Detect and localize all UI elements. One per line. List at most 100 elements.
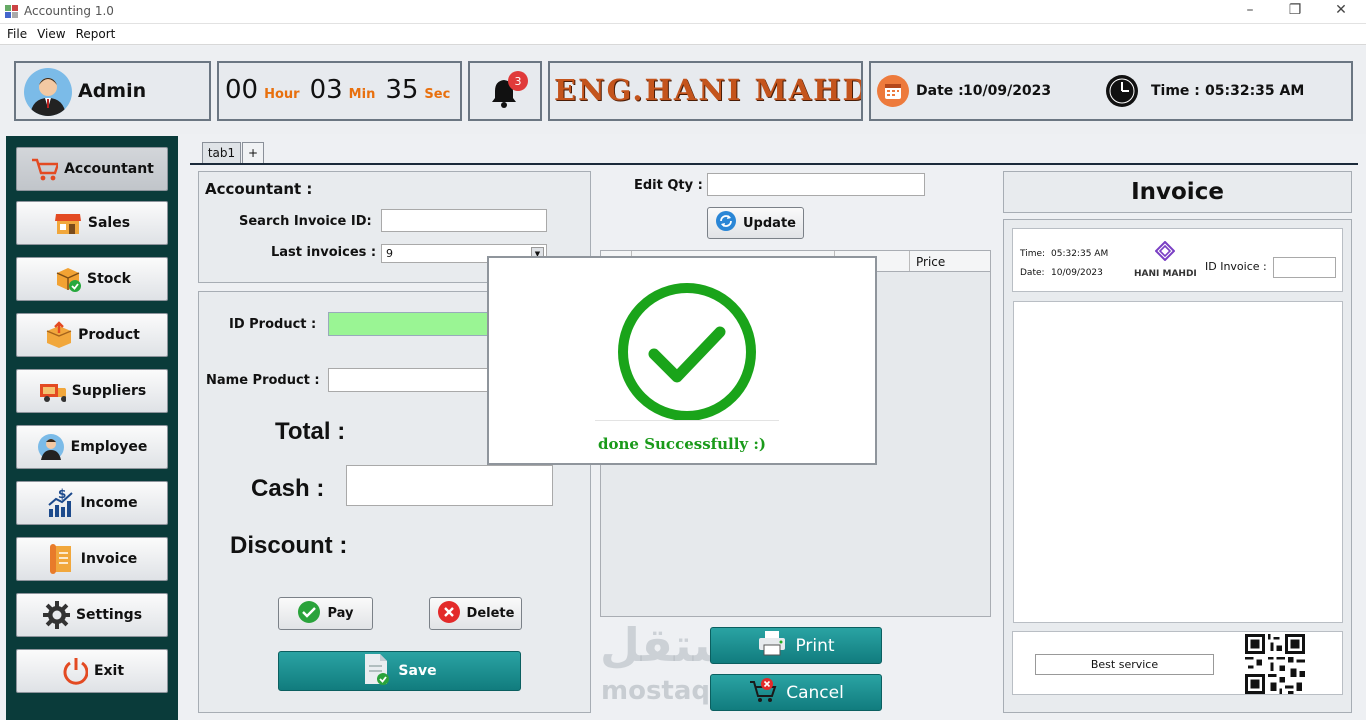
last-invoices-value: 9 — [386, 247, 393, 260]
check-circle-icon — [297, 600, 321, 628]
id-product-input[interactable] — [328, 312, 488, 336]
receipt-icon — [47, 544, 75, 574]
chart-dollar-icon: $ — [46, 487, 74, 517]
brand-banner: ENG.HANI MAHDI — [548, 61, 863, 121]
date-label: Date : — [916, 83, 964, 99]
invoice-body — [1013, 301, 1343, 623]
nav-invoice[interactable]: Invoice — [16, 537, 168, 581]
printer-icon — [757, 629, 787, 662]
minimize-button[interactable]: – — [1238, 2, 1262, 18]
timer-minutes: 03 — [309, 75, 343, 105]
date-value: 10/09/2023 — [963, 83, 1052, 99]
nav-label: Accountant — [64, 161, 154, 177]
qr-code-icon — [1245, 634, 1305, 697]
nav-exit[interactable]: Exit — [16, 649, 168, 693]
search-invoice-input[interactable] — [381, 209, 547, 232]
print-button[interactable]: Print — [710, 627, 882, 664]
menu-file[interactable]: File — [0, 24, 30, 41]
total-label: Total : — [275, 418, 346, 445]
nav-sales[interactable]: Sales — [16, 201, 168, 245]
invoice-title-box: Invoice — [1003, 171, 1352, 213]
discount-label: Discount : — [230, 532, 348, 559]
pay-button[interactable]: Pay — [278, 597, 373, 630]
cancel-label: Cancel — [786, 682, 844, 703]
nav-label: Invoice — [80, 551, 138, 567]
user-name: Admin — [78, 80, 147, 102]
nav-employee[interactable]: Employee — [16, 425, 168, 469]
nav-label: Exit — [93, 663, 125, 679]
cancel-button[interactable]: Cancel — [710, 674, 882, 711]
maximize-button[interactable]: ❐ — [1283, 2, 1307, 18]
gear-icon — [42, 601, 70, 629]
table-header-price[interactable]: Price — [910, 251, 990, 271]
timer-seconds: 35 — [385, 75, 419, 105]
nav-accountant[interactable]: Accountant — [16, 147, 168, 191]
invoice-time-value: 05:32:35 AM — [1051, 249, 1109, 259]
brand-logo-text: ENG.HANI MAHDI — [554, 73, 863, 107]
time-value: 05:32:35 AM — [1205, 83, 1305, 99]
menu-view[interactable]: View — [30, 24, 68, 41]
update-button[interactable]: Update — [707, 207, 804, 239]
time-label: Time : — [1151, 83, 1200, 99]
delete-button[interactable]: Delete — [429, 597, 522, 630]
close-button[interactable]: ✕ — [1329, 2, 1353, 18]
notifications-box[interactable]: 3 — [468, 61, 542, 121]
store-icon — [54, 209, 82, 237]
person-icon — [37, 433, 65, 461]
app-icon — [4, 4, 19, 19]
calendar-icon — [877, 75, 909, 107]
search-invoice-label: Search Invoice ID: — [239, 214, 372, 229]
cash-input[interactable] — [346, 465, 553, 506]
nav-label: Stock — [86, 271, 131, 287]
header: Admin 00 Hour 03 Min 35 Sec 3 ENG.HANI M… — [0, 46, 1366, 134]
nav-label: Settings — [75, 607, 143, 623]
success-check-icon — [617, 282, 757, 425]
edit-qty-input[interactable] — [707, 173, 925, 196]
nav-settings[interactable]: Settings — [16, 593, 168, 637]
nav-label: Income — [80, 495, 138, 511]
refresh-icon — [715, 210, 737, 236]
nav-label: Suppliers — [71, 383, 147, 399]
nav-label: Employee — [70, 439, 148, 455]
invoice-date-label: Date: — [1020, 268, 1045, 278]
invoice-header: Time: 05:32:35 AM Date: 10/09/2023 HANI … — [1012, 228, 1343, 292]
cart-icon — [30, 155, 59, 183]
timer-hours: 00 — [225, 75, 259, 105]
invoice-logo-text: HANI MAHDI — [1134, 269, 1197, 279]
edit-qty-label: Edit Qty : — [634, 178, 703, 193]
window-title: Accounting 1.0 — [24, 4, 114, 18]
cash-label: Cash : — [251, 475, 325, 502]
session-timer: 00 Hour 03 Min 35 Sec — [217, 61, 462, 121]
invoice-footer-text: Best service — [1035, 654, 1214, 675]
invoice-id-input[interactable] — [1273, 257, 1336, 278]
tab-underline — [190, 163, 1358, 165]
tab-add[interactable]: + — [242, 142, 264, 163]
nav-label: Sales — [87, 215, 131, 231]
nav-income[interactable]: $ Income — [16, 481, 168, 525]
package-icon — [44, 321, 72, 349]
print-label: Print — [795, 635, 835, 656]
dialog-divider — [595, 420, 779, 421]
pay-label: Pay — [327, 606, 354, 621]
menu-bar: File View Report — [0, 24, 1366, 45]
box-check-icon — [53, 265, 81, 293]
save-button[interactable]: Save — [278, 651, 521, 691]
invoice-date-value: 10/09/2023 — [1051, 268, 1103, 278]
dialog-message: done Successfully :) — [598, 435, 766, 453]
save-label: Save — [398, 663, 437, 679]
menu-report[interactable]: Report — [69, 24, 119, 41]
avatar — [24, 68, 72, 116]
truck-icon — [38, 377, 66, 405]
name-product-input[interactable] — [328, 368, 488, 392]
nav-product[interactable]: Product — [16, 313, 168, 357]
nav-stock[interactable]: Stock — [16, 257, 168, 301]
power-icon — [60, 657, 88, 685]
invoice-preview: Time: 05:32:35 AM Date: 10/09/2023 HANI … — [1003, 219, 1352, 713]
clock-icon — [1105, 74, 1139, 111]
invoice-title: Invoice — [1131, 179, 1224, 205]
title-bar: Accounting 1.0 – ❐ ✕ — [0, 0, 1366, 24]
document-check-icon — [362, 652, 390, 690]
tab-tab1[interactable]: tab1 — [202, 142, 241, 163]
nav-suppliers[interactable]: Suppliers — [16, 369, 168, 413]
notification-badge: 3 — [508, 71, 528, 91]
